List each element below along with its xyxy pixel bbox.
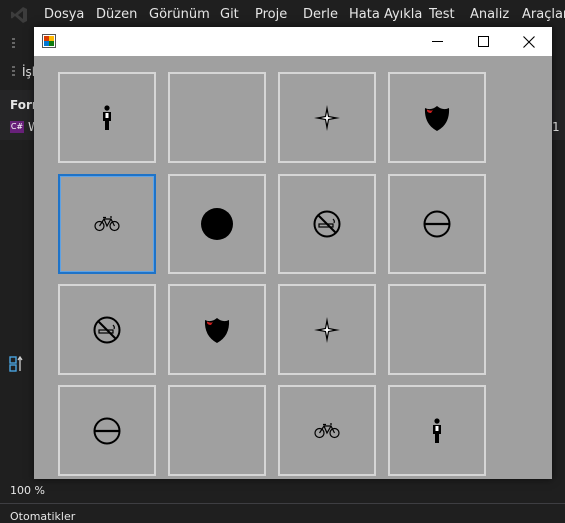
csharp-icon: C# [10,121,24,133]
menu-derle[interactable]: Derle [303,7,338,22]
form-client-area [34,56,552,479]
close-icon [523,35,535,48]
tile-button[interactable] [58,385,156,476]
app-icon [42,34,56,48]
bicycle-icon [314,422,340,439]
maximize-icon [477,36,489,47]
person-icon [100,104,114,131]
menu-git[interactable]: Git [220,7,239,22]
tile-button[interactable] [388,284,486,375]
left-pane [0,140,36,480]
no-entry-icon [423,210,451,238]
minimize-icon [431,41,443,42]
right-fragment: 1 [552,120,560,134]
compass-star-icon [313,104,341,132]
filled-circle-icon [200,207,234,241]
close-button[interactable] [506,27,552,56]
tile-button[interactable] [388,72,486,163]
tile-button[interactable] [278,174,376,274]
ide-bottom-area: 100 % Otomatikler [0,478,565,523]
menu-proje[interactable]: Proje [255,7,287,22]
tile-button[interactable] [278,284,376,375]
no-smoking-icon [313,210,341,238]
tile-button[interactable] [388,174,486,274]
tile-button[interactable] [58,72,156,163]
tile-button[interactable] [388,385,486,476]
right-pane [550,140,565,480]
form-window [34,27,552,479]
sort-icon[interactable] [9,356,23,372]
maximize-button[interactable] [460,27,506,56]
menu-gorunum[interactable]: Görünüm [149,7,210,22]
tile-button[interactable] [168,174,266,274]
form-titlebar[interactable] [34,27,552,56]
menu-dosya[interactable]: Dosya [44,7,84,22]
bottom-tab-autos[interactable]: Otomatikler [10,510,75,523]
divider [0,503,565,504]
compass-star-icon [313,316,341,344]
ide-menubar: Dosya Düzen Görünüm Git Proje Derle Hata… [0,0,565,30]
zoom-level[interactable]: 100 % [10,484,45,497]
no-entry-icon [93,417,121,445]
bicycle-icon [94,216,120,232]
menu-araclar[interactable]: Araçlar [522,7,565,22]
tile-button[interactable] [278,72,376,163]
menu-hata-ayikla[interactable]: Hata Ayıkla [349,7,422,22]
tile-button[interactable] [168,72,266,163]
minimize-button[interactable] [414,27,460,56]
shield-icon [424,104,450,132]
toolbar-grip-icon[interactable] [12,38,15,50]
menu-duzen[interactable]: Düzen [96,7,137,22]
tile-button[interactable] [168,284,266,375]
menu-test[interactable]: Test [429,7,455,22]
toolbar-grip-icon[interactable] [12,66,15,78]
menu-analiz[interactable]: Analiz [470,7,509,22]
tile-button[interactable] [278,385,376,476]
visual-studio-logo-icon [11,7,27,23]
tile-button[interactable] [58,174,156,274]
person-icon [430,417,444,444]
shield-icon [204,316,230,344]
tile-button[interactable] [58,284,156,375]
no-smoking-icon [93,316,121,344]
tile-button[interactable] [168,385,266,476]
